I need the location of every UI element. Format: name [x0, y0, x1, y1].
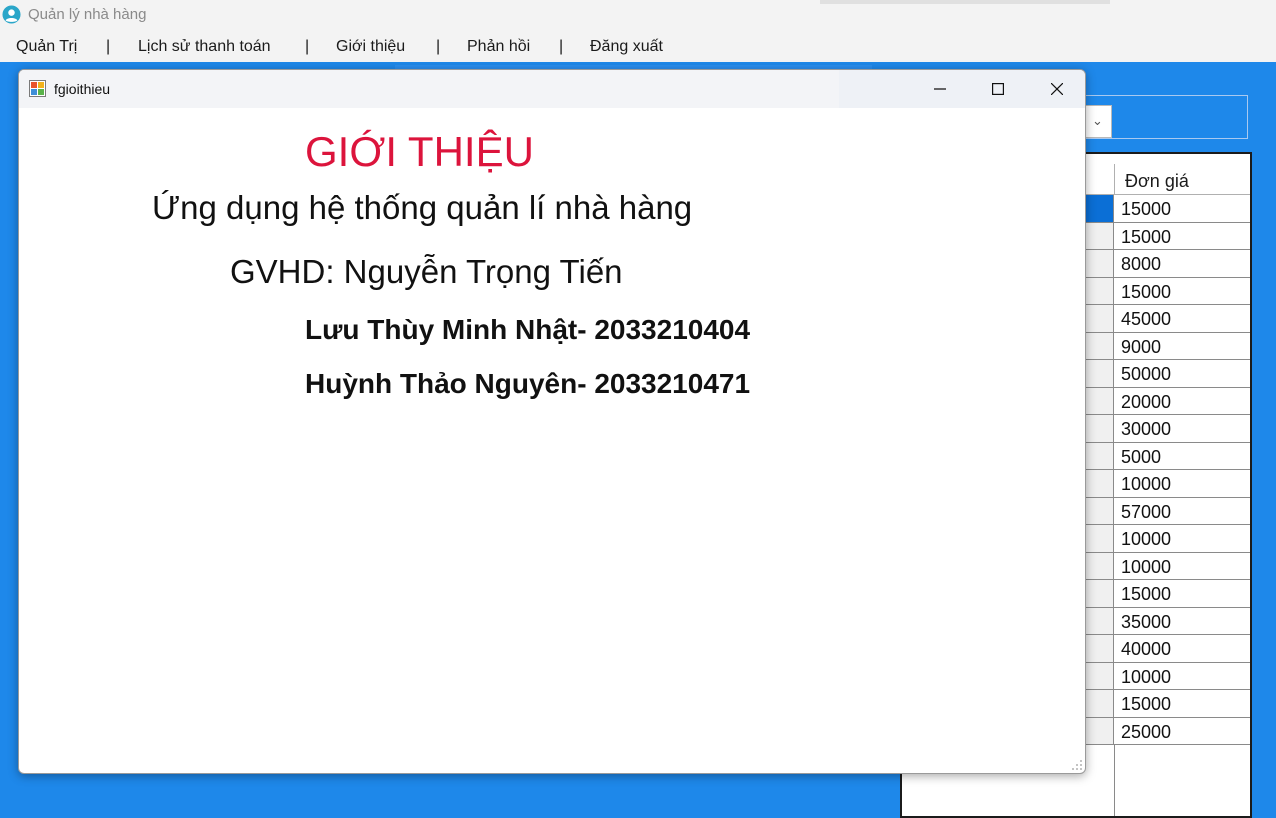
price-cell[interactable]: 8000: [1121, 254, 1161, 275]
grid-column-divider: [1114, 164, 1115, 195]
price-cell[interactable]: 50000: [1121, 364, 1171, 385]
price-cell[interactable]: 25000: [1121, 722, 1171, 743]
menu-item-payment-history[interactable]: Lịch sử thanh toán: [138, 38, 271, 56]
price-cell[interactable]: 35000: [1121, 612, 1171, 633]
menu-separator: |: [106, 38, 111, 55]
user-circle-icon: [2, 5, 21, 24]
price-cell[interactable]: 57000: [1121, 502, 1171, 523]
grid-column-divider: [1114, 745, 1115, 816]
main-window: Quản lý nhà hàng Quản Trị | Lịch sử than…: [0, 0, 1276, 818]
minimize-icon: [934, 88, 946, 90]
introduction-dialog: fgioithieu GIỚI THIỆU Ứng dụng hệ thống …: [18, 69, 1086, 774]
price-cell[interactable]: 40000: [1121, 639, 1171, 660]
form-window-icon: [29, 80, 46, 97]
main-title-bar: Quản lý nhà hàng: [0, 0, 1276, 30]
maximize-icon: [992, 83, 1004, 95]
chevron-down-icon[interactable]: ⌄: [1092, 113, 1103, 129]
intro-subtitle: Ứng dụng hệ thống quản lí nhà hàng: [152, 189, 693, 226]
dialog-title: fgioithieu: [54, 81, 111, 97]
menu-item-feedback[interactable]: Phản hồi: [467, 38, 530, 56]
price-cell[interactable]: 20000: [1121, 392, 1171, 413]
titlebar-overlay-strip: [820, 0, 1110, 4]
price-cell[interactable]: 15000: [1121, 282, 1171, 303]
price-cell[interactable]: 10000: [1121, 529, 1171, 550]
price-cell[interactable]: 5000: [1121, 447, 1161, 468]
close-icon: [1051, 83, 1063, 95]
price-cell[interactable]: 15000: [1121, 584, 1171, 605]
close-button[interactable]: [1028, 70, 1085, 108]
column-header-price[interactable]: Đơn giá: [1125, 171, 1189, 192]
price-cell[interactable]: 45000: [1121, 309, 1171, 330]
dialog-title-bar[interactable]: fgioithieu: [19, 70, 1085, 108]
menu-item-introduction[interactable]: Giới thiệu: [336, 38, 405, 56]
price-cell[interactable]: 15000: [1121, 227, 1171, 248]
price-cell[interactable]: 10000: [1121, 474, 1171, 495]
resize-grip-icon[interactable]: [1072, 760, 1082, 770]
menu-separator: |: [436, 38, 441, 55]
menu-separator: |: [305, 38, 310, 55]
intro-advisor: GVHD: Nguyễn Trọng Tiến: [230, 253, 623, 290]
price-cell[interactable]: 10000: [1121, 557, 1171, 578]
price-cell[interactable]: 15000: [1121, 199, 1171, 220]
maximize-button[interactable]: [969, 70, 1027, 108]
intro-heading: GIỚI THIỆU: [305, 128, 534, 175]
student-2: Huỳnh Thảo Nguyên- 2033210471: [305, 368, 751, 399]
price-cell[interactable]: 9000: [1121, 337, 1161, 358]
price-cell[interactable]: 10000: [1121, 667, 1171, 688]
student-1: Lưu Thùy Minh Nhật- 2033210404: [305, 314, 751, 345]
price-cell[interactable]: 30000: [1121, 419, 1171, 440]
price-cell[interactable]: 15000: [1121, 694, 1171, 715]
menu-item-admin[interactable]: Quản Trị: [16, 38, 77, 56]
menu-item-logout[interactable]: Đăng xuất: [590, 38, 663, 56]
dialog-title-bar-background: [19, 70, 839, 108]
menu-separator: |: [559, 38, 564, 55]
minimize-button[interactable]: [911, 70, 969, 108]
window-title: Quản lý nhà hàng: [28, 6, 147, 23]
menu-bar: Quản Trị | Lịch sử thanh toán | Giới thi…: [0, 31, 1276, 62]
